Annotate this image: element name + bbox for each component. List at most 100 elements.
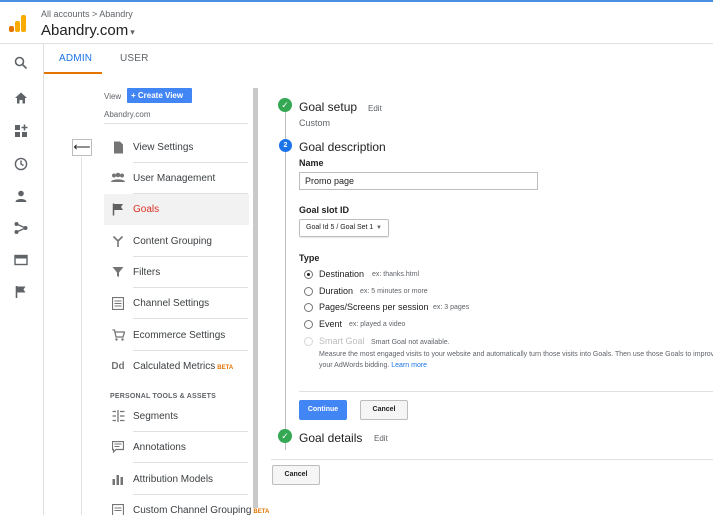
nav-item-user-management[interactable]: User Management xyxy=(104,163,249,194)
continue-button[interactable]: Continue xyxy=(299,400,347,420)
nav-label: Annotations xyxy=(133,442,186,453)
type-label: Type xyxy=(299,253,320,263)
goal-setup-summary: Custom xyxy=(299,118,331,128)
nav-label-text: Calculated Metrics xyxy=(133,361,216,372)
nav-label: Attribution Models xyxy=(133,474,214,485)
divider xyxy=(104,123,248,124)
nav-item-ecommerce-settings[interactable]: Ecommerce Settings xyxy=(104,320,249,351)
document-icon xyxy=(111,141,125,154)
acquisition-icon[interactable] xyxy=(12,221,30,239)
breadcrumb[interactable]: All accounts > Abandry xyxy=(41,9,133,19)
nav-scrollbar[interactable] xyxy=(253,88,258,508)
radio-label[interactable]: Destination xyxy=(319,269,364,279)
goal-slot-value: Goal Id 5 / Goal Set 1 xyxy=(306,224,374,231)
cart-icon xyxy=(111,329,125,342)
step-complete-check-icon: ✓ xyxy=(278,429,292,443)
step-complete-check-icon: ✓ xyxy=(278,98,292,112)
search-icon[interactable] xyxy=(12,56,30,74)
radio-smart-goal xyxy=(304,337,313,346)
analytics-logo-icon[interactable] xyxy=(9,14,27,32)
nav-label: Ecommerce Settings xyxy=(133,330,226,341)
left-rail xyxy=(0,44,44,515)
goal-name-input[interactable]: Promo page xyxy=(299,172,538,190)
step-number-badge: 2 xyxy=(279,139,292,152)
learn-more-link[interactable]: Learn more xyxy=(391,362,427,369)
nav-item-view-settings[interactable]: View Settings xyxy=(104,132,249,163)
realtime-clock-icon[interactable] xyxy=(12,157,30,175)
goal-slot-select[interactable]: Goal Id 5 / Goal Set 1 ▼ xyxy=(299,219,389,237)
radio-destination[interactable] xyxy=(304,270,313,279)
channel-grouping-icon xyxy=(111,503,125,515)
divider xyxy=(299,391,713,392)
nav-label: Segments xyxy=(133,411,179,422)
edit-goal-setup-link[interactable]: Edit xyxy=(368,104,382,113)
cancel-button[interactable]: Cancel xyxy=(360,400,408,420)
tab-admin[interactable]: ADMIN xyxy=(59,53,92,64)
nav-item-custom-channel-grouping[interactable]: Custom Channel Grouping BETA xyxy=(104,495,269,515)
nav-label: View Settings xyxy=(133,142,194,153)
step-connector xyxy=(285,110,286,450)
goal-setup-panel: ✓ Goal setup Edit Custom 2 Goal descript… xyxy=(262,88,713,515)
name-label: Name xyxy=(299,158,324,168)
content-grouping-icon xyxy=(111,235,125,248)
filter-icon xyxy=(111,266,125,279)
back-arrow-button[interactable]: ⟵ xyxy=(72,139,92,156)
nav-label-text: Custom Channel Grouping xyxy=(133,505,252,515)
nav-item-segments[interactable]: Segments xyxy=(104,401,249,432)
nav-item-annotations[interactable]: Annotations xyxy=(104,432,249,463)
bottom-cancel-button[interactable]: Cancel xyxy=(272,465,320,485)
caret-down-icon: ▾ xyxy=(130,27,135,37)
smart-goal-note-text: Measure the most engaged visits to your … xyxy=(319,351,713,369)
admin-user-tabs: ADMIN USER xyxy=(44,44,713,74)
nav-item-calculated-metrics[interactable]: Dd Calculated Metrics BETA xyxy=(104,351,249,382)
column-divider xyxy=(81,157,82,515)
segments-icon xyxy=(111,410,125,423)
nav-item-goals[interactable]: Goals xyxy=(104,194,249,225)
account-selector[interactable]: Abandry.com ▾ xyxy=(41,22,135,39)
radio-hint: ex: 5 minutes or more xyxy=(360,288,428,295)
radio-hint: ex: played a video xyxy=(349,321,406,328)
audience-person-icon[interactable] xyxy=(12,189,30,207)
nav-item-attribution-models[interactable]: Attribution Models xyxy=(104,464,249,495)
radio-label[interactable]: Duration xyxy=(319,286,353,296)
nav-label: Goals xyxy=(133,204,160,215)
top-bar: All accounts > Abandry Abandry.com ▾ xyxy=(0,0,713,44)
nav-label: Channel Settings xyxy=(133,298,210,309)
radio-hint: ex: thanks.html xyxy=(372,271,420,278)
nav-item-channel-settings[interactable]: Channel Settings xyxy=(104,288,249,319)
section-title: PERSONAL TOOLS & ASSETS xyxy=(110,393,216,400)
radio-hint: ex: 3 pages xyxy=(433,304,470,311)
conversions-flag-icon[interactable] xyxy=(12,285,30,303)
create-view-button[interactable]: + Create View xyxy=(127,88,192,103)
behavior-icon[interactable] xyxy=(12,253,30,271)
channel-settings-icon xyxy=(111,296,125,311)
home-icon[interactable] xyxy=(12,91,30,109)
tab-user[interactable]: USER xyxy=(120,53,149,64)
active-tab-underline xyxy=(44,72,102,74)
goal-slot-label: Goal slot ID xyxy=(299,205,350,215)
step-title: Goal setup xyxy=(299,100,358,114)
step-title: Goal description xyxy=(299,140,386,154)
edit-goal-details-link[interactable]: Edit xyxy=(374,434,388,443)
smart-goal-note: Measure the most engaged visits to your … xyxy=(319,349,713,371)
calculated-metrics-dd-icon: Dd xyxy=(111,361,125,372)
radio-event[interactable] xyxy=(304,320,313,329)
nav-label: User Management xyxy=(133,173,216,184)
view-selector[interactable]: Abandry.com xyxy=(104,110,151,119)
radio-label[interactable]: Pages/Screens per session xyxy=(319,302,429,312)
nav-item-filters[interactable]: Filters xyxy=(104,257,249,288)
nav-label: Filters xyxy=(133,267,161,278)
view-label: View xyxy=(104,92,122,101)
radio-label[interactable]: Event xyxy=(319,319,342,329)
step-title: Goal details xyxy=(299,431,363,445)
nav-item-content-grouping[interactable]: Content Grouping xyxy=(104,226,249,257)
radio-pages-screens[interactable] xyxy=(304,303,313,312)
flag-icon xyxy=(111,203,125,216)
nav-label: Content Grouping xyxy=(133,236,212,247)
radio-duration[interactable] xyxy=(304,287,313,296)
users-icon xyxy=(111,172,125,185)
divider xyxy=(271,459,713,460)
smart-goal-unavailable: Smart Goal not available. xyxy=(371,339,450,346)
customization-icon[interactable] xyxy=(12,124,30,142)
beta-badge: BETA xyxy=(217,365,234,371)
